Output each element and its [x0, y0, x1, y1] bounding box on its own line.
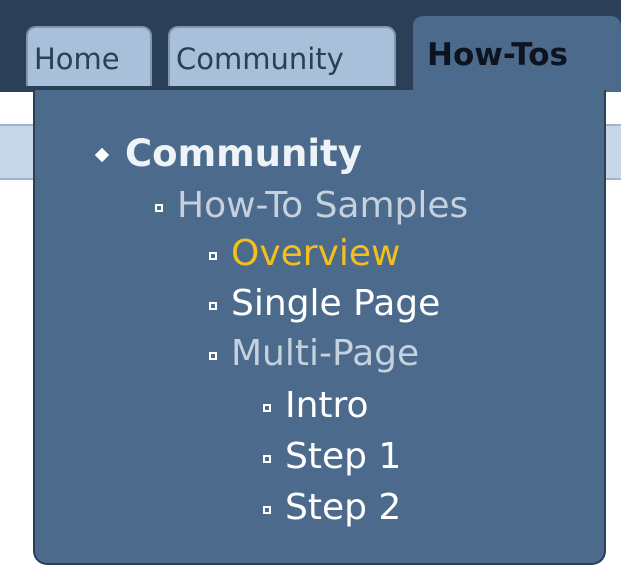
square-bullet-icon: [263, 455, 271, 463]
square-bullet-icon: [209, 252, 217, 260]
menu-item-how-to-samples-label: How-To Samples: [177, 185, 469, 226]
menu-item-multi-page-label: Multi-Page: [231, 333, 420, 374]
tab-how-tos-label: How-Tos: [427, 37, 568, 73]
menu-item-intro-label: Intro: [285, 385, 369, 426]
menu-item-step-2-label: Step 2: [285, 487, 402, 528]
square-bullet-icon: [263, 506, 271, 514]
tab-home[interactable]: Home: [26, 26, 152, 86]
menu-item-intro[interactable]: Intro: [263, 384, 369, 428]
menu-item-overview[interactable]: Overview: [209, 232, 401, 276]
header-bar: Home Community How-Tos: [0, 0, 621, 92]
square-bullet-icon: [155, 204, 163, 212]
menu-item-multi-page[interactable]: Multi-Page: [209, 332, 420, 376]
menu-item-step-2[interactable]: Step 2: [263, 486, 402, 530]
square-bullet-icon: [209, 352, 217, 360]
menu-item-single-page-label: Single Page: [231, 283, 441, 324]
menu-item-step-1-label: Step 1: [285, 436, 402, 477]
app-viewport: Home Community How-Tos Community How-To …: [0, 0, 621, 566]
square-bullet-icon: [209, 302, 217, 310]
menu-item-community[interactable]: Community: [94, 132, 362, 176]
square-bullet-icon: [263, 404, 271, 412]
dropdown-menu: Community How-To Samples Overview Single…: [33, 90, 606, 565]
menu-item-overview-label: Overview: [231, 233, 401, 274]
tab-home-label: Home: [34, 42, 120, 76]
menu-item-community-label: Community: [125, 132, 362, 175]
menu-item-step-1[interactable]: Step 1: [263, 435, 402, 479]
diamond-bullet-icon: [94, 147, 110, 163]
tab-how-tos[interactable]: How-Tos: [413, 16, 621, 92]
menu-item-single-page[interactable]: Single Page: [209, 282, 441, 326]
tab-community[interactable]: Community: [168, 26, 396, 86]
menu-item-how-to-samples[interactable]: How-To Samples: [155, 184, 469, 228]
tab-community-label: Community: [176, 42, 344, 76]
